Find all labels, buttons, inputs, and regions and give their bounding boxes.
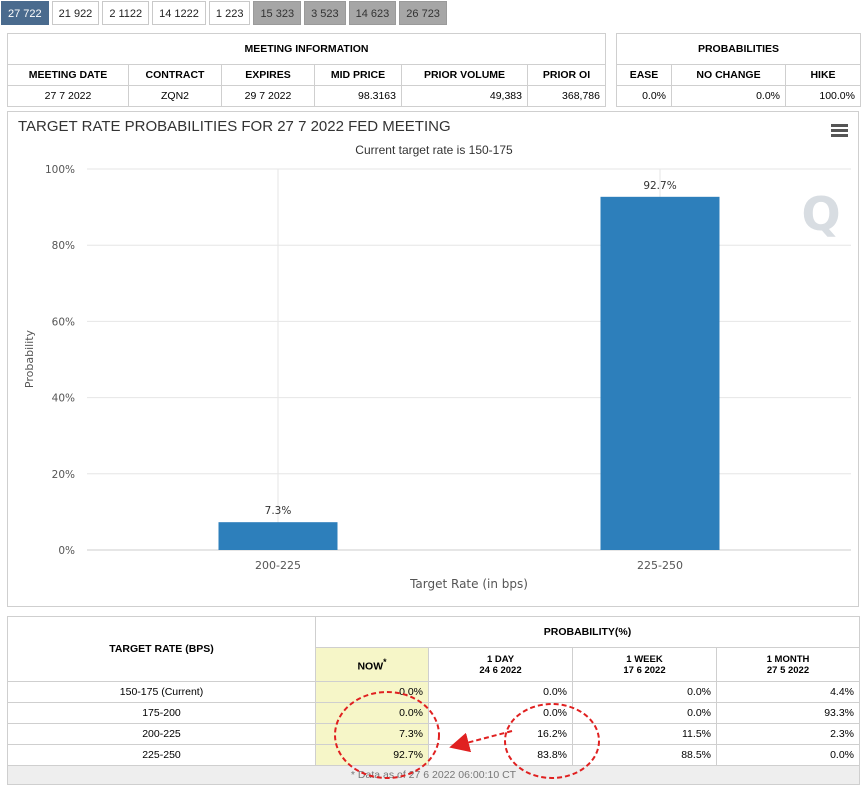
chart-panel: TARGET RATE PROBABILITIES FOR 27 7 2022 … — [7, 111, 859, 607]
cell-1-week: 88.5% — [572, 744, 717, 766]
col-header-1-month: 1 MONTH 27 5 2022 — [716, 647, 860, 682]
cell-1-week: 11.5% — [572, 723, 717, 745]
row-rate: 150-175 (Current) — [7, 681, 316, 703]
tab-meeting-5[interactable]: 1 223 — [208, 1, 251, 25]
row-rate: 200-225 — [7, 723, 316, 745]
y-tick-label: 40% — [52, 393, 75, 405]
col-header-prior-volume: PRIOR VOLUME — [401, 64, 528, 86]
col-header-meeting-date: MEETING DATE — [7, 64, 129, 86]
tab-meeting-7[interactable]: 3 523 — [304, 1, 346, 25]
probabilities-title: PROBABILITIES — [616, 33, 861, 65]
cell-1-week: 0.0% — [572, 702, 717, 724]
col-header-1-day: 1 DAY 24 6 2022 — [428, 647, 573, 682]
bar — [218, 522, 338, 550]
y-tick-label: 80% — [52, 240, 75, 252]
col-header-hike: HIKE — [785, 64, 861, 86]
probabilities-table: PROBABILITIES EASE NO CHANGE HIKE 0.0% 0… — [616, 33, 861, 107]
col-header-contract: CONTRACT — [128, 64, 222, 86]
cell-contract: ZQN2 — [128, 85, 222, 107]
tab-meeting-4[interactable]: 14 1222 — [152, 1, 206, 25]
y-tick-label: 60% — [52, 316, 75, 328]
cell-ease: 0.0% — [616, 85, 672, 107]
chart-plot: 0% 20% 40% 60% 80% 100% Q 7.3% 200-225 92.7% 225-2… — [23, 164, 851, 591]
col-header-1-week: 1 WEEK 17 6 2022 — [572, 647, 717, 682]
col-header-target-rate: TARGET RATE (BPS) — [7, 616, 316, 682]
cell-now: 0.0% — [315, 681, 429, 703]
x-tick-label: 200-225 — [255, 559, 301, 572]
meeting-info-table: MEETING INFORMATION MEETING DATE CONTRAC… — [7, 33, 606, 107]
col-header-mid-price: MID PRICE — [314, 64, 402, 86]
x-axis-title: Target Rate (in bps) — [409, 577, 528, 591]
table-row: 175-200 0.0% 0.0% 0.0% 93.3% — [7, 702, 860, 724]
data-label: 92.7% — [643, 180, 676, 192]
tab-meeting-9[interactable]: 26 723 — [399, 1, 447, 25]
table-row: 200-225 7.3% 16.2% 11.5% 2.3% — [7, 723, 860, 745]
cell-mid-price: 98.3163 — [314, 85, 402, 107]
meeting-tabs: 27 722 21 922 2 1122 14 1222 1 223 15 32… — [1, 1, 450, 25]
cell-1-month: 4.4% — [716, 681, 860, 703]
cell-prior-volume: 49,383 — [401, 85, 528, 107]
y-tick-label: 0% — [58, 545, 75, 557]
cell-1-month: 0.0% — [716, 744, 860, 766]
table-row: 150-175 (Current) 0.0% 0.0% 0.0% 4.4% — [7, 681, 860, 703]
tab-meeting-6[interactable]: 15 323 — [253, 1, 302, 25]
cell-prior-oi: 368,786 — [527, 85, 606, 107]
bar — [600, 196, 720, 551]
cell-no-change: 0.0% — [671, 85, 786, 107]
cell-1-month: 93.3% — [716, 702, 860, 724]
col-header-prior-oi: PRIOR OI — [527, 64, 606, 86]
cell-hike: 100.0% — [785, 85, 861, 107]
meeting-info-title: MEETING INFORMATION — [7, 33, 606, 65]
row-rate: 225-250 — [7, 744, 316, 766]
col-header-no-change: NO CHANGE — [671, 64, 786, 86]
cell-1-month: 2.3% — [716, 723, 860, 745]
cell-now: 0.0% — [315, 702, 429, 724]
y-tick-label: 100% — [45, 164, 75, 176]
cell-meeting-date: 27 7 2022 — [7, 85, 129, 107]
cell-1-day: 0.0% — [428, 702, 573, 724]
x-tick-label: 225-250 — [637, 559, 683, 572]
cell-now: 92.7% — [315, 744, 429, 766]
cell-1-day: 16.2% — [428, 723, 573, 745]
cell-now: 7.3% — [315, 723, 429, 745]
table-row: 225-250 92.7% 83.8% 88.5% 0.0% — [7, 744, 860, 766]
y-tick-label: 20% — [52, 469, 75, 481]
col-header-probability: PROBABILITY(%) — [315, 616, 860, 648]
col-header-ease: EASE — [616, 64, 672, 86]
watermark-logo: Q — [801, 187, 840, 241]
cell-expires: 29 7 2022 — [221, 85, 315, 107]
y-axis-title: Probability — [23, 329, 36, 388]
tab-meeting-3[interactable]: 2 1122 — [102, 1, 150, 25]
col-header-expires: EXPIRES — [221, 64, 315, 86]
probability-history-table: TARGET RATE (BPS) PROBABILITY(%) NOW* 1 … — [7, 616, 860, 785]
cell-1-day: 0.0% — [428, 681, 573, 703]
data-label: 7.3% — [265, 505, 292, 517]
col-header-now: NOW* — [315, 647, 429, 682]
cell-1-week: 0.0% — [572, 681, 717, 703]
tab-meeting-1[interactable]: 27 722 — [1, 1, 49, 25]
tab-meeting-2[interactable]: 21 922 — [51, 1, 100, 25]
cell-1-day: 83.8% — [428, 744, 573, 766]
row-rate: 175-200 — [7, 702, 316, 724]
tab-meeting-8[interactable]: 14 623 — [348, 1, 397, 25]
